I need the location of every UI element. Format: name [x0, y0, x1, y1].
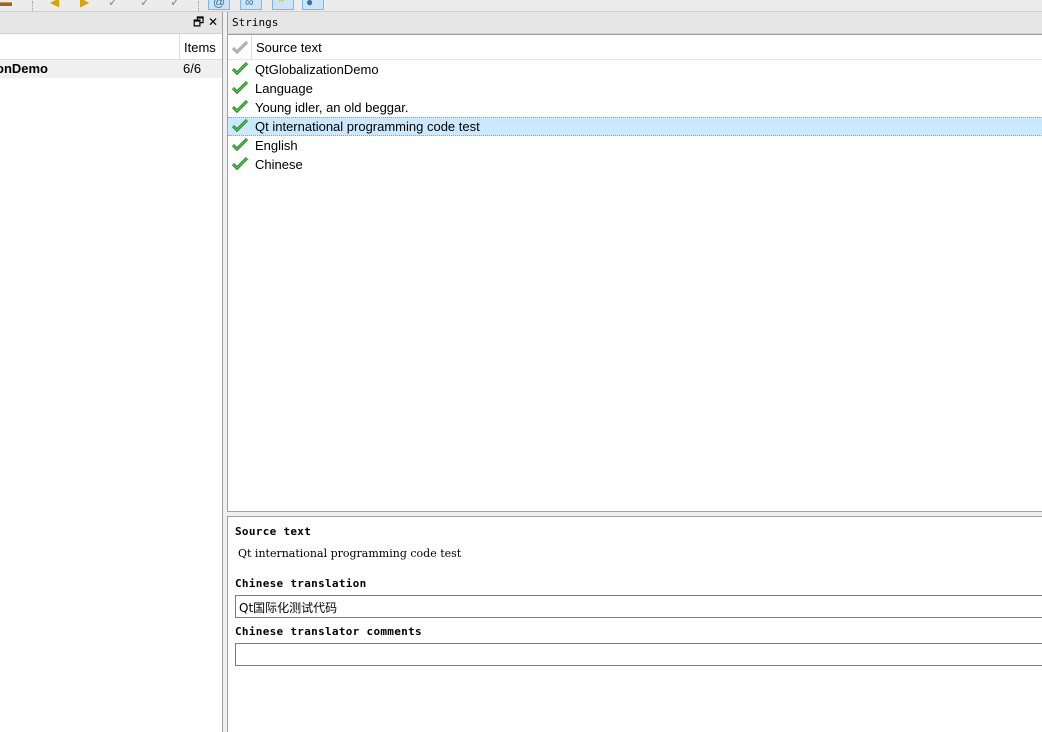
translation-field[interactable]: Qt国际化测试代码	[235, 595, 1042, 618]
string-text: Language	[255, 81, 313, 96]
close-icon[interactable]: ✕	[208, 15, 218, 29]
translation-label: Chinese translation	[235, 577, 367, 590]
float-icon[interactable]: 🗗	[193, 15, 204, 29]
string-row[interactable]: English	[228, 136, 1042, 155]
done-check-icon	[232, 118, 248, 133]
context-name: onDemo	[0, 61, 48, 76]
book-icon[interactable]: ▬	[0, 0, 12, 8]
string-text: Young idler, an old beggar.	[255, 100, 409, 115]
accelerators-icon: @	[213, 0, 226, 9]
translation-editor: Source text Qt international programming…	[227, 516, 1042, 732]
column-divider	[179, 34, 180, 59]
string-row-selected[interactable]: Qt international programming code test	[228, 117, 1042, 136]
done-check-icon	[232, 61, 248, 76]
done-check-icon	[232, 156, 248, 171]
string-row[interactable]: Language	[228, 79, 1042, 98]
done-check-icon	[232, 80, 248, 95]
string-row[interactable]: QtGlobalizationDemo	[228, 60, 1042, 79]
translator-comments-field[interactable]	[235, 643, 1042, 666]
context-dock-titlebar: 🗗 ✕	[0, 12, 222, 34]
source-text-label: Source text	[235, 525, 312, 538]
string-text: QtGlobalizationDemo	[255, 62, 379, 77]
context-count: 6/6	[183, 61, 202, 76]
phrases-icon: ∞	[245, 0, 254, 9]
string-text: Chinese	[255, 157, 303, 172]
string-row[interactable]: Chinese	[228, 155, 1042, 174]
done-check-icon	[232, 99, 248, 114]
source-text-value: Qt international programming code test	[238, 547, 462, 560]
done-check-icon	[232, 137, 248, 152]
done-and-next-icon[interactable]: ✓	[170, 0, 180, 8]
toolbar: ▬ ◀ ▶ ✓ ✓ ✓ @ ∞ ❞ ●	[0, 0, 1042, 12]
toolbar-separator	[198, 1, 201, 11]
string-text: English	[255, 138, 298, 153]
next-unfinished-icon[interactable]: ✓	[140, 0, 150, 8]
items-column-header[interactable]: Items	[184, 40, 216, 55]
context-row[interactable]: onDemo 6/6	[0, 60, 222, 78]
strings-dock-titlebar: Strings	[227, 12, 1042, 34]
column-divider	[251, 35, 252, 59]
toolbar-separator	[32, 1, 35, 11]
comments-label: Chinese translator comments	[235, 625, 422, 638]
status-header-icon	[232, 40, 248, 55]
strings-title: Strings	[232, 16, 279, 29]
placeholders-icon: ❞	[278, 0, 285, 9]
prev-icon[interactable]: ◀	[50, 0, 59, 8]
strings-list: Source text QtGlobalizationDemo Language…	[227, 34, 1042, 512]
string-row[interactable]: Young idler, an old beggar.	[228, 98, 1042, 117]
context-table-header: Items	[0, 34, 222, 60]
string-text: Qt international programming code test	[255, 119, 480, 134]
context-pane: 🗗 ✕ Items onDemo 6/6	[0, 12, 223, 732]
source-text-column-header[interactable]: Source text	[256, 40, 322, 55]
prev-unfinished-icon[interactable]: ✓	[108, 0, 118, 8]
punctuation-icon: ●	[306, 0, 314, 9]
next-icon[interactable]: ▶	[80, 0, 89, 8]
strings-list-header: Source text	[228, 35, 1042, 60]
